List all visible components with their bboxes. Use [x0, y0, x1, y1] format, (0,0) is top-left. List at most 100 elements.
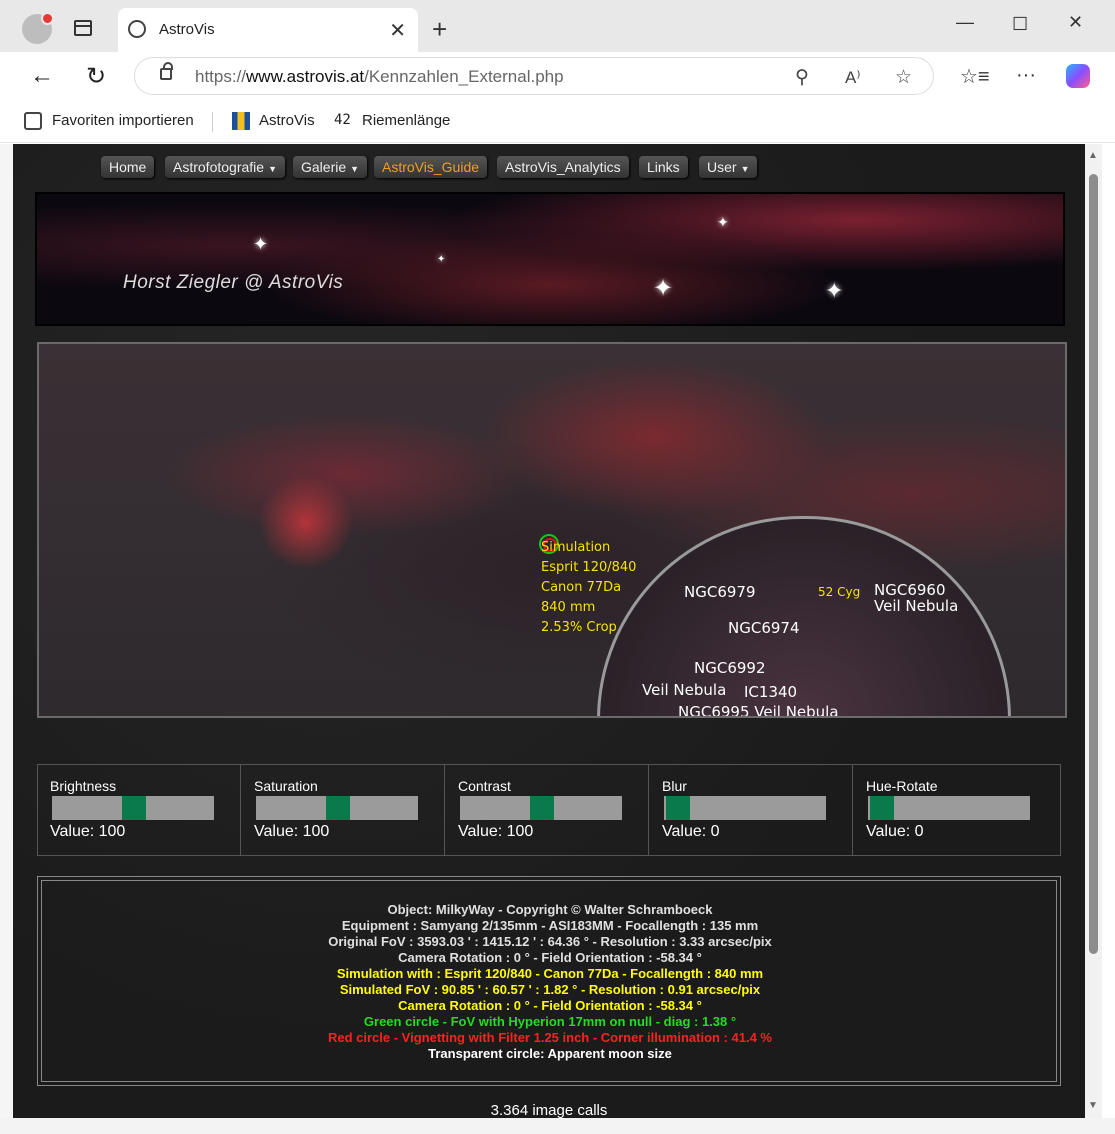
star-glyph: ✦ [717, 214, 729, 230]
right-window-edge [1102, 144, 1115, 1118]
contrast-slider[interactable] [460, 796, 622, 820]
slider-thumb[interactable] [870, 796, 894, 820]
slider-thumb[interactable] [326, 796, 350, 820]
info-line: Red circle - Vignetting with Filter 1.25… [327, 1030, 772, 1045]
info-line: Camera Rotation : 0 ° - Field Orientatio… [398, 950, 702, 965]
inset-label: NGC6979 [684, 583, 756, 601]
inset-label: 52 Cyg [818, 585, 861, 599]
fav-astrovis[interactable]: AstroVis [259, 112, 315, 129]
contrast-value: Value: 100 [458, 823, 534, 840]
minimize-icon[interactable]: — [956, 12, 974, 33]
reload-icon[interactable]: ↻ [86, 62, 106, 91]
chevron-down-icon: ▼ [740, 164, 750, 174]
blur-slider[interactable] [664, 796, 826, 820]
chevron-down-icon: ▼ [350, 164, 360, 174]
slider-thumb[interactable] [666, 796, 690, 820]
page-content: Home Astrofotografie ▼ Galerie ▼ AstroVis_… [13, 144, 1085, 1118]
url-text: https://www.astrovis.at/Kennzahlen_Exter… [195, 67, 564, 86]
inset-label: Veil Nebula [874, 597, 959, 615]
simulation-crop: 2.53% Crop [541, 620, 617, 635]
inset-label: IC1340 [744, 683, 798, 701]
hue-rotate-control: Hue-Rotate Value: 0 [854, 765, 1057, 855]
read-aloud-icon[interactable]: A⁾ [845, 68, 861, 88]
blur-control: Blur Value: 0 [650, 765, 853, 855]
nav-astrovis-guide[interactable]: AstroVis_Guide [374, 156, 488, 178]
blur-label: Blur [662, 778, 687, 794]
nav-galerie[interactable]: Galerie ▼ [293, 156, 368, 178]
info-line: Camera Rotation : 0 ° - Field Orientatio… [398, 998, 702, 1013]
nav-astrovis-analytics[interactable]: AstroVis_Analytics [497, 156, 629, 178]
address-bar[interactable]: https://www.astrovis.at/Kennzahlen_Exter… [134, 57, 934, 95]
slider-thumb[interactable] [122, 796, 146, 820]
slider-thumb[interactable] [530, 796, 554, 820]
star-glyph: ✦ [437, 254, 446, 265]
close-tab-icon[interactable]: ✕ [389, 18, 406, 43]
inset-label: NGC6995 Veil Nebula [678, 703, 839, 718]
nav-astrofotografie[interactable]: Astrofotografie ▼ [165, 156, 285, 178]
magnified-inset: NGC6979 52 Cyg NGC6960 Veil Nebula NGC69… [597, 516, 1011, 718]
more-menu-icon[interactable]: ··· [1016, 64, 1036, 87]
image-calls-counter: 3.364 image calls [490, 1102, 608, 1118]
saturation-slider[interactable] [256, 796, 418, 820]
hue-rotate-slider[interactable] [868, 796, 1030, 820]
favorite-star-icon[interactable]: ☆ [895, 66, 912, 89]
page-scrollbar[interactable]: ▲ ▼ [1085, 144, 1102, 1118]
inset-label: NGC6974 [728, 619, 800, 637]
fav-riemenlaenge[interactable]: Riemenlänge [362, 112, 450, 129]
info-line: Simulated FoV : 90.85 ' : 60.57 ' : 1.82… [339, 982, 761, 997]
simulation-camera: Canon 77Da [541, 580, 622, 595]
info-line: Green circle - FoV with Hyperion 17mm on… [363, 1014, 737, 1029]
notification-dot [41, 12, 54, 25]
star-glyph: ✦ [253, 234, 269, 254]
inset-label: NGC6992 [694, 659, 766, 677]
globe-icon [128, 20, 146, 38]
back-arrow-icon[interactable]: ← [30, 62, 54, 90]
scrollbar-thumb[interactable] [1089, 174, 1098, 954]
brightness-control: Brightness Value: 100 [38, 765, 241, 855]
browser-tab-astrovis[interactable]: AstroVis ✕ [118, 8, 418, 52]
saturation-control: Saturation Value: 100 [242, 765, 445, 855]
divider [212, 112, 213, 132]
inset-label: Veil Nebula [642, 681, 727, 699]
brightness-label: Brightness [50, 778, 117, 794]
nav-user[interactable]: User ▼ [699, 156, 758, 178]
hue-rotate-value: Value: 0 [866, 823, 924, 840]
new-tab-icon[interactable]: + [432, 14, 447, 45]
copilot-icon[interactable] [1066, 64, 1090, 88]
import-icon [24, 112, 42, 130]
fav-import[interactable]: Favoriten importieren [52, 112, 194, 129]
info-line: Transparent circle: Apparent moon size [428, 1046, 672, 1061]
nav-links[interactable]: Links [639, 156, 688, 178]
nav-home[interactable]: Home [101, 156, 155, 178]
info-line: Simulation with : Esprit 120/840 - Canon… [336, 966, 764, 981]
image-info-inner: Object: MilkyWay - Copyright © Walter Sc… [41, 880, 1057, 1082]
lock-icon[interactable] [160, 62, 173, 80]
blur-value: Value: 0 [662, 823, 720, 840]
contrast-label: Contrast [458, 778, 511, 794]
scroll-up-icon[interactable]: ▲ [1088, 150, 1098, 161]
chevron-down-icon: ▼ [268, 164, 277, 174]
astrovis-favicon [232, 112, 250, 130]
scroll-down-icon[interactable]: ▼ [1088, 1100, 1098, 1111]
favorites-bar: Favoriten importieren AstroVis 42 Riemen… [0, 102, 1115, 143]
star-glyph: ✦ [825, 278, 844, 303]
info-line: Original FoV : 3593.03 ' : 1415.12 ' : 6… [328, 934, 772, 949]
browser-tab-bar: AstroVis ✕ + — ☐ ✕ [0, 0, 1115, 52]
image-filter-controls: Brightness Value: 100 Saturation Value: … [37, 764, 1061, 856]
tab-actions-icon[interactable] [74, 20, 92, 36]
brightness-slider[interactable] [52, 796, 214, 820]
favorites-list-icon[interactable]: ☆≡ [960, 64, 990, 89]
address-toolbar: ← ↻ https://www.astrovis.at/Kennzahlen_E… [0, 52, 1115, 102]
bottom-strip [0, 1118, 1115, 1134]
zoom-icon[interactable]: ⚲ [795, 66, 809, 89]
milkyway-image[interactable]: Simulation Esprit 120/840 Canon 77Da 840… [37, 342, 1067, 718]
hue-rotate-label: Hue-Rotate [866, 778, 938, 794]
window-close-icon[interactable]: ✕ [1068, 12, 1083, 33]
banner-signature: Horst Ziegler @ AstroVis [123, 272, 344, 293]
star-glyph: ✦ [653, 275, 674, 302]
info-line: Equipment : Samyang 2/135mm - ASI183MM -… [341, 918, 759, 933]
simulation-telescope: Esprit 120/840 [541, 560, 637, 575]
profile-avatar-icon[interactable] [22, 12, 54, 44]
maximize-icon[interactable]: ☐ [1012, 14, 1028, 35]
info-line: Object: MilkyWay - Copyright © Walter Sc… [387, 902, 713, 917]
